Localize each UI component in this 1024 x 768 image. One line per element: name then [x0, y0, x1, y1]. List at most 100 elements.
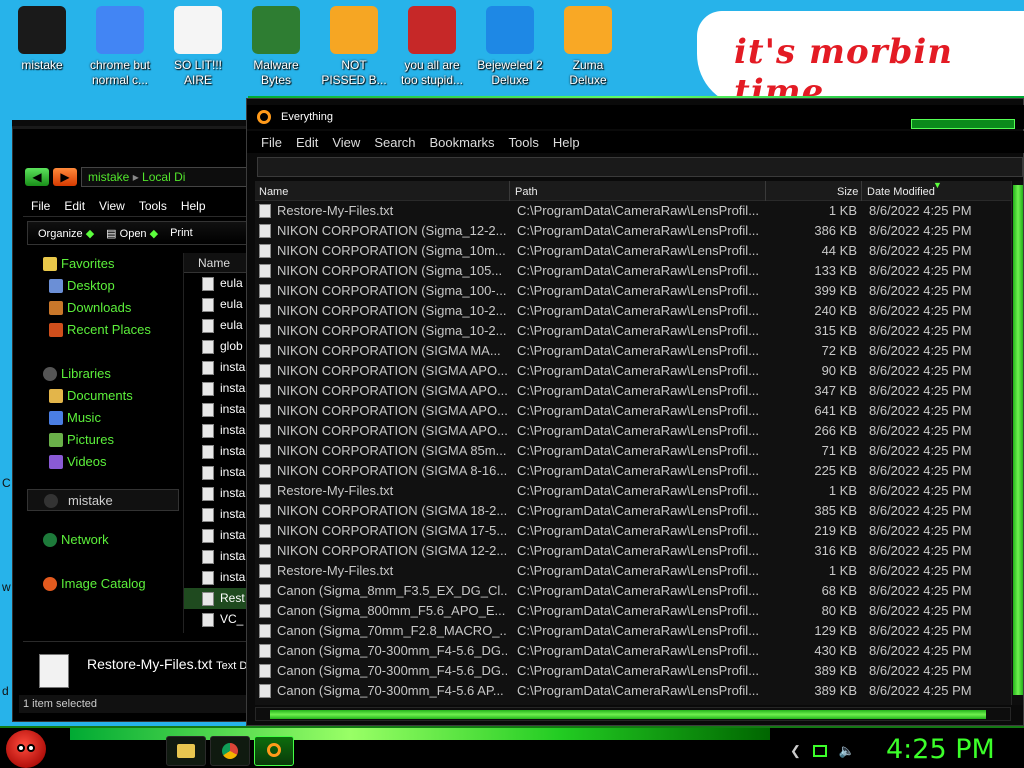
- desktop-shortcut[interactable]: NOT PISSED B...: [312, 4, 396, 88]
- list-item[interactable]: eula: [184, 315, 249, 336]
- column-divider[interactable]: [861, 181, 862, 201]
- table-row[interactable]: Canon (Sigma_70-300mm_F4-5.6_DG... C:\Pro…: [255, 661, 1011, 681]
- list-item[interactable]: Rest: [184, 588, 249, 609]
- list-item[interactable]: insta: [184, 546, 249, 567]
- table-row[interactable]: NIKON CORPORATION (Sigma_10-2... C:\Progr…: [255, 301, 1011, 321]
- column-header-date-modified[interactable]: Date Modified: [867, 186, 935, 198]
- everything-window[interactable]: Everything File Edit View Search Bookmar…: [246, 98, 1024, 726]
- table-row[interactable]: Restore-My-Files.txt C:\ProgramData\Camer…: [255, 201, 1011, 221]
- list-item[interactable]: eula: [184, 294, 249, 315]
- sidebar-item-downloads[interactable]: Downloads: [27, 297, 179, 319]
- menu-tools[interactable]: Tools: [139, 199, 167, 213]
- window-controls[interactable]: [911, 119, 1015, 129]
- column-header-name[interactable]: Name: [184, 253, 249, 273]
- table-row[interactable]: NIKON CORPORATION (SIGMA 18-2... C:\Progr…: [255, 501, 1011, 521]
- list-item[interactable]: insta: [184, 441, 249, 462]
- table-row[interactable]: NIKON CORPORATION (SIGMA APO... C:\Progra…: [255, 381, 1011, 401]
- table-row[interactable]: Canon (Sigma_70-300mm_F4-5.6_DG... C:\Pro…: [255, 641, 1011, 661]
- volume-icon[interactable]: 🔈: [839, 743, 855, 759]
- list-item[interactable]: insta: [184, 420, 249, 441]
- list-item[interactable]: insta: [184, 462, 249, 483]
- desktop-shortcut[interactable]: you all are too stupid...: [390, 4, 474, 88]
- favorites-header[interactable]: Favorites: [27, 253, 179, 275]
- list-item[interactable]: glob: [184, 336, 249, 357]
- sidebar-item-videos[interactable]: Videos: [27, 451, 179, 473]
- desktop-shortcut[interactable]: chrome but normal c...: [78, 4, 162, 88]
- sidebar-item-pictures[interactable]: Pictures: [27, 429, 179, 451]
- clock[interactable]: 4:25 PM: [886, 734, 995, 765]
- horizontal-scrollbar[interactable]: [255, 707, 1011, 721]
- title-bar[interactable]: Everything: [247, 105, 1024, 129]
- sidebar-item-music[interactable]: Music: [27, 407, 179, 429]
- table-row[interactable]: NIKON CORPORATION (SIGMA 17-5... C:\Progr…: [255, 521, 1011, 541]
- column-header-size[interactable]: Size: [837, 186, 858, 198]
- show-hidden-icons-icon[interactable]: ❮: [790, 743, 801, 759]
- menu-edit[interactable]: Edit: [64, 199, 85, 213]
- table-row[interactable]: Canon (Sigma_800mm_F5.6_APO_E... C:\Progr…: [255, 601, 1011, 621]
- sidebar-item-recent-places[interactable]: Recent Places: [27, 319, 179, 341]
- desktop-shortcut[interactable]: Bejeweled 2 Deluxe: [468, 4, 552, 88]
- column-header-name[interactable]: Name: [259, 186, 288, 198]
- list-item[interactable]: insta: [184, 483, 249, 504]
- menu-bookmarks[interactable]: Bookmarks: [430, 135, 495, 150]
- table-row[interactable]: NIKON CORPORATION (SIGMA APO... C:\Progra…: [255, 401, 1011, 421]
- table-row[interactable]: NIKON CORPORATION (Sigma_10m... C:\Progra…: [255, 241, 1011, 261]
- sidebar-item-documents[interactable]: Documents: [27, 385, 179, 407]
- desktop-shortcut[interactable]: Malware Bytes: [234, 4, 318, 88]
- scroll-thumb[interactable]: [270, 710, 986, 719]
- forward-button[interactable]: ▶: [53, 168, 77, 186]
- menu-help[interactable]: Help: [553, 135, 580, 150]
- print-button[interactable]: Print: [170, 227, 193, 239]
- table-row[interactable]: NIKON CORPORATION (Sigma_12-2... C:\Progr…: [255, 221, 1011, 241]
- list-item[interactable]: eula: [184, 273, 249, 294]
- list-item[interactable]: insta: [184, 525, 249, 546]
- menu-file[interactable]: File: [31, 199, 50, 213]
- libraries-header[interactable]: Libraries: [27, 363, 179, 385]
- table-row[interactable]: NIKON CORPORATION (SIGMA 12-2... C:\Progr…: [255, 541, 1011, 561]
- column-divider[interactable]: [765, 181, 766, 201]
- table-row[interactable]: Canon (Sigma_70mm_F2.8_MACRO_... C:\Progr…: [255, 621, 1011, 641]
- open-button[interactable]: ▤ Open ◆: [106, 227, 158, 240]
- list-item[interactable]: insta: [184, 504, 249, 525]
- network-tray-icon[interactable]: [812, 745, 827, 757]
- list-item[interactable]: insta: [184, 399, 249, 420]
- address-bar[interactable]: mistake ▸ Local Di: [81, 167, 255, 187]
- taskbar-explorer-button[interactable]: [166, 736, 206, 766]
- desktop-shortcut[interactable]: Zuma Deluxe: [546, 4, 630, 88]
- table-row[interactable]: NIKON CORPORATION (Sigma_10-2... C:\Progr…: [255, 321, 1011, 341]
- address-segment[interactable]: Local Di: [142, 170, 185, 184]
- menu-search[interactable]: Search: [374, 135, 415, 150]
- table-row[interactable]: NIKON CORPORATION (SIGMA 8-16... C:\Progr…: [255, 461, 1011, 481]
- vertical-scrollbar[interactable]: [1011, 181, 1023, 705]
- explorer-window[interactable]: ◀ ▶ mistake ▸ Local Di File Edit View To…: [12, 126, 255, 722]
- table-row[interactable]: NIKON CORPORATION (SIGMA APO... C:\Progra…: [255, 361, 1011, 381]
- table-row[interactable]: NIKON CORPORATION (SIGMA 85m... C:\Progra…: [255, 441, 1011, 461]
- network-header[interactable]: Network: [27, 529, 179, 551]
- menu-view[interactable]: View: [332, 135, 360, 150]
- table-row[interactable]: Restore-My-Files.txt C:\ProgramData\Camer…: [255, 561, 1011, 581]
- sidebar-item-mistake[interactable]: mistake: [27, 489, 179, 511]
- menu-view[interactable]: View: [99, 199, 125, 213]
- sidebar-item-desktop[interactable]: Desktop: [27, 275, 179, 297]
- address-segment[interactable]: mistake: [88, 170, 129, 184]
- image-catalog-header[interactable]: Image Catalog: [27, 573, 179, 595]
- menu-edit[interactable]: Edit: [296, 135, 318, 150]
- list-item[interactable]: insta: [184, 567, 249, 588]
- table-row[interactable]: NIKON CORPORATION (Sigma_100-... C:\Progr…: [255, 281, 1011, 301]
- start-button[interactable]: [6, 730, 46, 768]
- menu-tools[interactable]: Tools: [509, 135, 539, 150]
- organize-button[interactable]: Organize ◆: [38, 227, 94, 240]
- table-row[interactable]: NIKON CORPORATION (SIGMA APO... C:\Progra…: [255, 421, 1011, 441]
- menu-help[interactable]: Help: [181, 199, 206, 213]
- desktop-shortcut[interactable]: SO LIT!!! AIRE: [156, 4, 240, 88]
- column-divider[interactable]: [509, 181, 510, 201]
- list-item[interactable]: insta: [184, 357, 249, 378]
- column-header-path[interactable]: Path: [515, 186, 538, 198]
- search-input[interactable]: [257, 157, 1023, 177]
- taskbar-chrome-button[interactable]: [210, 736, 250, 766]
- scroll-thumb[interactable]: [1013, 185, 1023, 695]
- back-button[interactable]: ◀: [25, 168, 49, 186]
- taskbar-everything-button[interactable]: [254, 736, 294, 766]
- desktop-shortcut[interactable]: mistake: [0, 4, 84, 73]
- list-item[interactable]: VC_: [184, 609, 249, 630]
